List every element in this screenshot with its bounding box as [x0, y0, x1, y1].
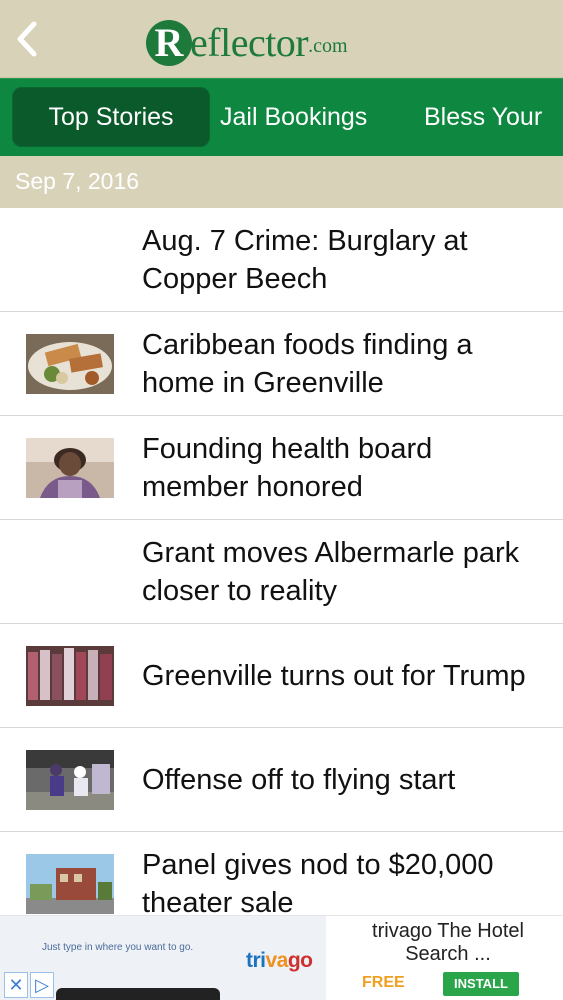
install-button[interactable]: INSTALL — [443, 972, 519, 996]
chevron-left-icon — [17, 21, 37, 57]
ad-tagline: Just type in where you want to go. — [42, 942, 194, 953]
reflector-logo: R eflector .com — [146, 10, 348, 66]
list-item[interactable]: Aug. 7 Crime: Burglary at Copper Beech — [0, 208, 563, 312]
article-headline: Founding health board member honored — [142, 432, 433, 503]
list-item[interactable]: Caribbean foods finding a home in Greenv… — [0, 312, 563, 416]
article-headline: Greenville turns out for Trump — [142, 659, 526, 692]
ad-brand-logo: trivago — [246, 949, 313, 972]
article-thumbnail — [26, 438, 114, 498]
ad-price: FREE — [362, 974, 405, 991]
home-indicator — [56, 988, 220, 1000]
date-label: Sep 7, 2016 — [15, 168, 140, 194]
logo-word: eflector — [190, 20, 309, 65]
date-bar: Sep 7, 2016 — [0, 156, 563, 208]
article-headline: Grant moves Albermarle park closer to re… — [142, 536, 520, 607]
article-headline: Aug. 7 Crime: Burglary at Copper Beech — [142, 224, 468, 295]
article-thumbnail — [26, 646, 114, 706]
list-item[interactable]: Greenville turns out for Trump — [0, 624, 563, 728]
close-icon[interactable]: ✕ — [4, 972, 28, 998]
article-thumbnail — [26, 334, 114, 394]
list-item[interactable]: Grant moves Albermarle park closer to re… — [0, 520, 563, 624]
ad-title[interactable]: trivago The Hotel Search ... — [346, 920, 550, 966]
app-header: R eflector .com — [0, 0, 563, 78]
article-list: Aug. 7 Crime: Burglary at Copper Beech C… — [0, 208, 563, 936]
tab-jail-bookings[interactable]: Jail Bookings — [220, 87, 367, 147]
list-item[interactable]: Offense off to flying start — [0, 728, 563, 832]
adchoices-icon[interactable]: ▷ — [30, 972, 54, 998]
logo-r-mark: R — [146, 20, 192, 66]
article-headline: Offense off to flying start — [142, 763, 456, 796]
logo-suffix: .com — [308, 35, 348, 57]
section-tabs: Top Stories Jail Bookings Bless Your — [0, 78, 563, 156]
back-button[interactable] — [12, 19, 42, 59]
article-headline: Caribbean foods finding a home in Greenv… — [142, 328, 473, 399]
article-thumbnail — [26, 854, 114, 914]
ad-controls: ✕ ▷ — [4, 972, 56, 998]
article-thumbnail — [26, 750, 114, 810]
list-item[interactable]: Founding health board member honored — [0, 416, 563, 520]
tab-bless-your[interactable]: Bless Your — [424, 87, 542, 147]
tab-top-stories[interactable]: Top Stories — [12, 87, 210, 147]
